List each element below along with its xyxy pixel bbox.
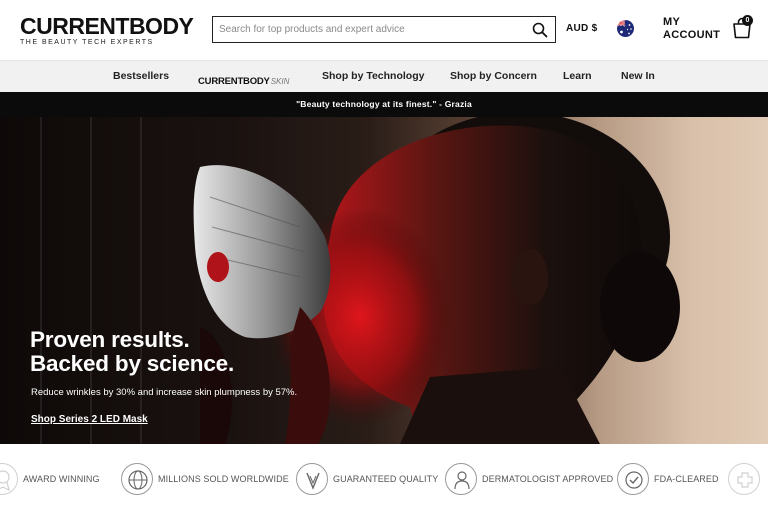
logo-tagline: THE BEAUTY TECH EXPERTS	[20, 39, 154, 46]
announcement-bar: "Beauty technology at its finest." - Gra…	[0, 92, 768, 117]
nav-item-shop-by-technology[interactable]: Shop by Technology	[322, 70, 424, 82]
nav-brand-main: CURRENTBODY	[198, 76, 270, 87]
trust-item-guaranteed-quality: GUARANTEED QUALITY	[296, 463, 438, 495]
nav-item-learn[interactable]: Learn	[563, 70, 592, 82]
trust-item-millions-sold: MILLIONS SOLD WORLDWIDE	[121, 463, 289, 495]
trust-item-overflow	[728, 463, 760, 495]
dermatologist-icon	[445, 463, 477, 495]
site-logo[interactable]: CURRENTBODY THE BEAUTY TECH EXPERTS	[20, 13, 194, 47]
cart-count-badge: 0	[742, 15, 753, 26]
trust-label-dermatologist-approved: DERMATOLOGIST APPROVED	[482, 474, 614, 484]
hero-banner[interactable]: Proven results. Backed by science. Reduc…	[0, 117, 768, 444]
site-header: CURRENTBODY THE BEAUTY TECH EXPERTS AUD …	[0, 0, 768, 60]
trust-label-millions-sold: MILLIONS SOLD WORLDWIDE	[158, 474, 289, 484]
medical-cross-icon	[728, 463, 760, 495]
trust-label-fda-cleared: FDA-CLEARED	[654, 474, 719, 484]
hero-heading-line1: Proven results.	[30, 327, 190, 352]
search-bar[interactable]	[212, 16, 556, 43]
trust-item-dermatologist-approved: DERMATOLOGIST APPROVED	[445, 463, 613, 495]
hero-heading-line2: Backed by science.	[30, 351, 235, 376]
shop-series-2-led-mask-link[interactable]: Shop Series 2 LED Mask	[31, 414, 148, 425]
globe-icon	[121, 463, 153, 495]
search-icon[interactable]	[532, 22, 548, 38]
logo-wordmark: CURRENTBODY	[20, 13, 194, 39]
nav-item-bestsellers[interactable]: Bestsellers	[113, 70, 169, 82]
account-label-line1: MY	[663, 16, 681, 28]
search-input[interactable]	[213, 17, 513, 42]
australia-flag-icon[interactable]	[617, 20, 634, 37]
currency-selector[interactable]: AUD $	[566, 23, 598, 34]
nav-item-new-in[interactable]: New In	[621, 70, 655, 82]
trust-bar: AWARD WINNING MILLIONS SOLD WORLDWIDE GU…	[0, 444, 768, 512]
my-account-link[interactable]: MY ACCOUNT	[663, 16, 720, 42]
hero-heading: Proven results. Backed by science.	[30, 328, 234, 376]
hero-subtitle: Reduce wrinkles by 30% and increase skin…	[31, 387, 298, 398]
trust-label-award-winning: AWARD WINNING	[23, 474, 100, 484]
trust-label-guaranteed-quality: GUARANTEED QUALITY	[333, 474, 439, 484]
trust-item-fda-cleared: FDA-CLEARED	[617, 463, 719, 495]
trust-item-award-winning: AWARD WINNING	[0, 463, 100, 495]
nav-item-currentbody-skin[interactable]: CURRENTBODYSKIN	[198, 71, 289, 89]
nav-brand-sub: SKIN	[270, 77, 290, 86]
quality-badge-icon	[296, 463, 328, 495]
nav-item-shop-by-concern[interactable]: Shop by Concern	[450, 70, 537, 82]
checkmark-seal-icon	[617, 463, 649, 495]
main-navigation: Bestsellers CURRENTBODYSKIN Shop by Tech…	[0, 60, 768, 92]
award-icon	[0, 463, 18, 495]
account-label-line2: ACCOUNT	[663, 29, 721, 41]
